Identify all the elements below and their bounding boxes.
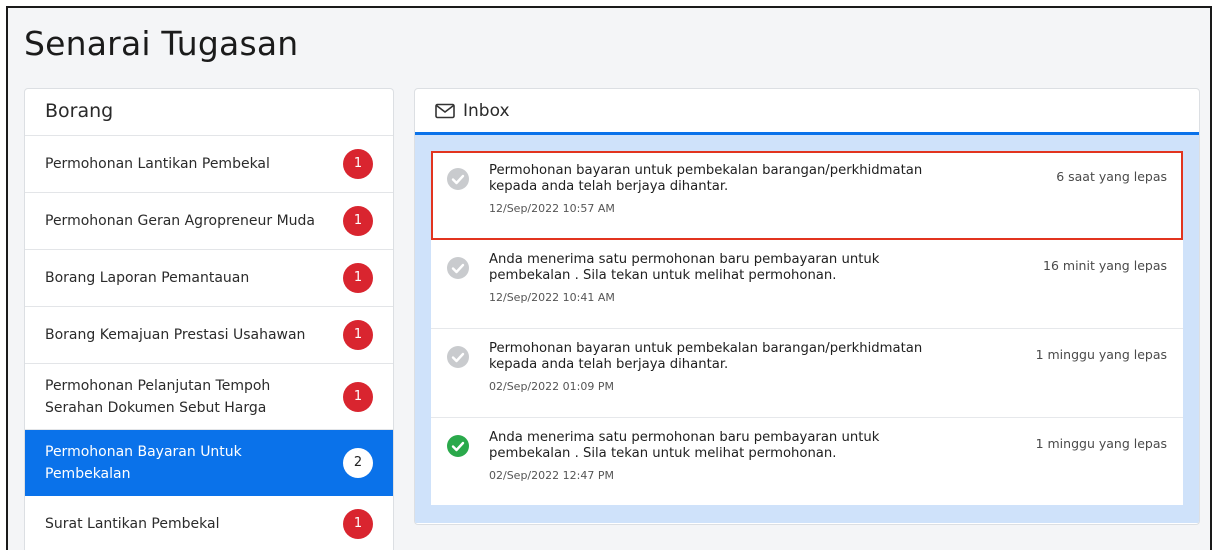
check-circle-grey-icon	[447, 168, 469, 190]
message-text: Anda menerima satu permohonan baru pemba…	[489, 252, 880, 283]
borang-item-bayaran-pembekalan[interactable]: Permohonan Bayaran Untuk Pembekalan 2	[25, 430, 393, 496]
inbox-title: Inbox	[463, 101, 510, 121]
message-list: Permohonan bayaran untuk pembekalan bara…	[431, 151, 1183, 505]
borang-item-surat-lantikan[interactable]: Surat Lantikan Pembekal 1	[25, 496, 393, 550]
count-badge: 2	[343, 447, 373, 478]
borang-item-geran-agropreneur[interactable]: Permohonan Geran Agropreneur Muda 1	[25, 193, 393, 250]
count-badge: 1	[343, 320, 373, 350]
check-circle-grey-icon	[447, 257, 469, 279]
inbox-panel: Inbox Permohonan bayaran untuk pembekala…	[414, 88, 1200, 525]
message-item[interactable]: Permohonan bayaran untuk pembekalan bara…	[431, 151, 1183, 240]
borang-item-label: Permohonan Pelanjutan Tempoh Serahan Dok…	[45, 377, 271, 416]
message-item[interactable]: Permohonan bayaran untuk pembekalan bara…	[431, 329, 1183, 418]
count-badge: 1	[343, 381, 373, 412]
borang-item-label: Borang Laporan Pemantauan	[45, 270, 250, 286]
borang-item-lantikan-pembekal[interactable]: Permohonan Lantikan Pembekal 1	[25, 136, 393, 193]
borang-item-label: Permohonan Bayaran Untuk Pembekalan	[45, 443, 242, 482]
borang-item-laporan-pemantauan[interactable]: Borang Laporan Pemantauan 1	[25, 250, 393, 307]
message-time-ago: 6 saat yang lepas	[1056, 169, 1167, 184]
message-text: Anda menerima satu permohonan baru pemba…	[489, 430, 880, 461]
message-text: Permohonan bayaran untuk pembekalan bara…	[489, 341, 923, 372]
inbox-body: Permohonan bayaran untuk pembekalan bara…	[415, 135, 1199, 523]
borang-item-kemajuan-prestasi[interactable]: Borang Kemajuan Prestasi Usahawan 1	[25, 307, 393, 364]
envelope-icon	[435, 103, 455, 119]
message-item[interactable]: Anda menerima satu permohonan baru pemba…	[431, 240, 1183, 329]
check-circle-grey-icon	[447, 346, 469, 368]
borang-item-label: Permohonan Lantikan Pembekal	[45, 156, 270, 172]
app-frame: Senarai Tugasan Borang Permohonan Lantik…	[6, 6, 1212, 550]
check-circle-green-icon	[447, 435, 469, 457]
message-time-ago: 1 minggu yang lepas	[1035, 347, 1167, 362]
message-text: Permohonan bayaran untuk pembekalan bara…	[489, 163, 923, 194]
borang-item-pelanjutan-tempoh[interactable]: Permohonan Pelanjutan Tempoh Serahan Dok…	[25, 364, 393, 430]
borang-item-label: Surat Lantikan Pembekal	[45, 516, 220, 532]
borang-item-label: Permohonan Geran Agropreneur Muda	[45, 213, 316, 229]
borang-item-label: Borang Kemajuan Prestasi Usahawan	[45, 327, 306, 343]
message-date: 12/Sep/2022 10:41 AM	[489, 291, 615, 304]
message-date: 12/Sep/2022 10:57 AM	[489, 202, 615, 215]
message-date: 02/Sep/2022 01:09 PM	[489, 380, 614, 393]
page-title: Senarai Tugasan	[24, 24, 299, 63]
inbox-header: Inbox	[415, 89, 1199, 135]
count-badge: 1	[343, 263, 373, 293]
count-badge: 1	[343, 509, 373, 539]
message-time-ago: 1 minggu yang lepas	[1035, 436, 1167, 451]
message-date: 02/Sep/2022 12:47 PM	[489, 469, 614, 482]
message-time-ago: 16 minit yang lepas	[1043, 258, 1167, 273]
count-badge: 1	[343, 206, 373, 236]
count-badge: 1	[343, 149, 373, 179]
message-item[interactable]: Anda menerima satu permohonan baru pemba…	[431, 418, 1183, 505]
borang-header: Borang	[25, 89, 393, 136]
borang-panel: Borang Permohonan Lantikan Pembekal 1 Pe…	[24, 88, 394, 550]
